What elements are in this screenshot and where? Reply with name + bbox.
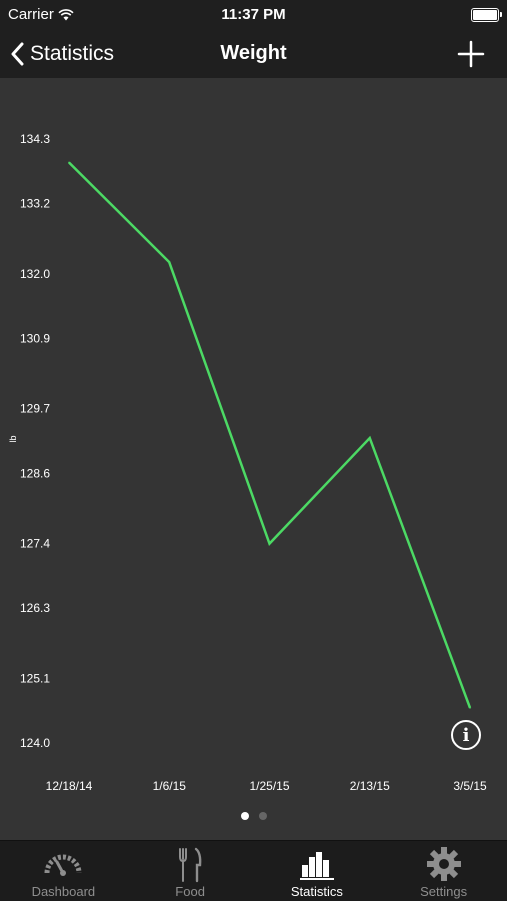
x-tick-label: 1/25/15 — [249, 779, 289, 793]
y-tick-label: 126.3 — [20, 601, 50, 615]
y-tick-label: 129.7 — [20, 402, 50, 416]
weight-chart: 134.3 133.2 132.0 130.9 129.7 128.6 127.4 126.3… — [0, 78, 507, 840]
tab-food-label: Food — [175, 884, 205, 899]
page-indicator[interactable] — [0, 812, 507, 820]
y-axis-label: lb — [8, 435, 18, 442]
data-point — [268, 542, 271, 545]
y-tick-label: 124.0 — [20, 736, 50, 750]
x-tick-label: 3/5/15 — [453, 779, 487, 793]
battery-icon — [471, 8, 502, 22]
y-tick-label: 130.9 — [20, 331, 50, 345]
speedometer-icon — [44, 854, 82, 876]
tab-dashboard[interactable]: Dashboard — [0, 841, 127, 901]
bar-chart-icon — [299, 852, 334, 880]
data-point — [368, 437, 371, 439]
data-point — [469, 707, 471, 709]
x-tick-label: 2/13/15 — [350, 779, 390, 793]
page-dot[interactable] — [240, 812, 249, 820]
data-point — [168, 261, 171, 263]
x-tick-label: 12/18/14 — [46, 779, 93, 793]
y-tick-label: 125.1 — [20, 671, 50, 685]
data-point — [68, 161, 70, 164]
x-tick-label: 1/6/15 — [153, 779, 187, 793]
info-button[interactable]: i — [451, 720, 481, 750]
fork-knife-icon — [179, 847, 202, 883]
tab-statistics[interactable]: Statistics — [254, 841, 381, 901]
tab-bar: Dashboard Food Statistics Settings — [0, 840, 507, 901]
page-dot[interactable] — [258, 812, 267, 820]
tab-settings[interactable]: Settings — [380, 841, 507, 901]
add-icon[interactable] — [455, 38, 487, 70]
page-title: Weight — [220, 42, 287, 64]
y-tick-label: 133.2 — [20, 197, 50, 211]
tab-food[interactable]: Food — [127, 841, 254, 901]
status-time: 11:37 PM — [221, 6, 286, 23]
tab-dashboard-label: Dashboard — [31, 884, 96, 899]
tab-statistics-label: Statistics — [290, 884, 343, 899]
gear-icon — [426, 847, 461, 881]
y-tick-label: 132.0 — [20, 267, 50, 281]
y-tick-label: 127.4 — [20, 537, 50, 551]
y-tick-label: 128.6 — [20, 466, 50, 480]
y-tick-label: 134.3 — [20, 132, 50, 146]
navigation-bar: Statistics Weight — [0, 30, 507, 78]
status-bar: Carrier 11:37 PM — [0, 0, 507, 30]
tab-settings-label: Settings — [420, 884, 468, 899]
weight-chart-svg: 134.3 133.2 132.0 130.9 129.7 128.6 127.4 126.3… — [8, 132, 487, 793]
weight-series-line — [68, 161, 472, 709]
